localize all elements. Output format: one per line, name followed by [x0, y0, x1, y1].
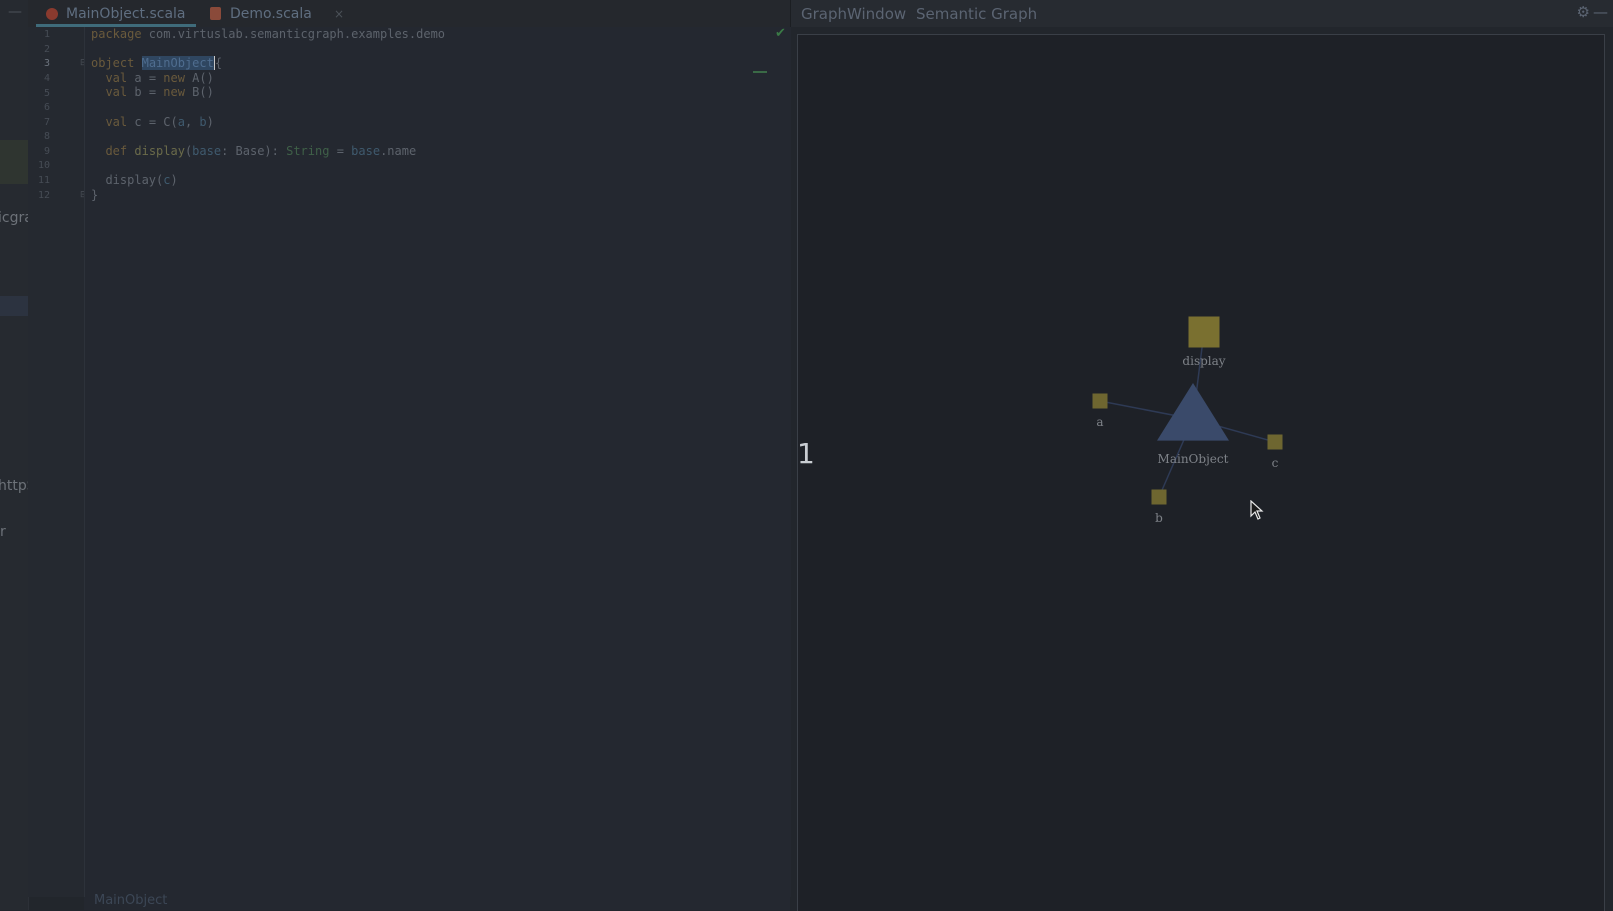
line-number: 2 — [43, 44, 50, 55]
change-marker — [753, 71, 767, 73]
tab-label: MainObject.scala — [66, 6, 186, 22]
strip-fragment: r — [0, 524, 6, 540]
graph-node-label-a: a — [1096, 415, 1103, 429]
line-number: 7 — [43, 117, 50, 128]
graph-canvas[interactable]: MainObject display a b c — [797, 34, 1605, 911]
graph-node-label-display: display — [1182, 354, 1225, 368]
close-tab-icon[interactable]: × — [334, 0, 344, 28]
line-number: 10 — [37, 160, 50, 171]
text-cursor: { — [213, 56, 223, 70]
minimize-icon[interactable]: — — [1593, 3, 1608, 21]
graph-node-a[interactable] — [1092, 393, 1108, 409]
project-tool-strip[interactable]: icgra httpS r — [0, 0, 36, 910]
code-line-12: } — [91, 188, 99, 202]
selected-identifier: MainObject — [141, 56, 214, 70]
nodes: MainObject display a b c — [1092, 316, 1283, 525]
graph-node-b[interactable] — [1151, 489, 1167, 505]
line-number-current: 3 — [43, 58, 50, 69]
strip-selection — [0, 296, 28, 316]
code-line-4: val a = new A() — [105, 71, 214, 85]
editor-tab-bar: MainObject.scala Demo.scala × — [28, 0, 790, 28]
scala-file-icon — [210, 7, 221, 20]
zoom-index: 1 — [797, 437, 815, 470]
editor-breadcrumb-bar: MainObject — [84, 893, 790, 910]
line-number: 9 — [43, 146, 50, 157]
tool-window-title: GraphWindow — [801, 5, 907, 23]
line-number: 5 — [43, 88, 50, 99]
graph-node-label-c: c — [1272, 456, 1279, 470]
breadcrumb[interactable]: MainObject — [94, 893, 167, 908]
graph-node-MainObject[interactable] — [1157, 383, 1229, 441]
code-line-1: package com.virtuslab.semanticgraph.exam… — [91, 27, 446, 41]
collapse-icon[interactable]: — — [8, 4, 22, 20]
code-line-9: def display(base: Base): String = base.n… — [105, 144, 417, 158]
line-number: 12 — [37, 190, 50, 201]
graph-node-display[interactable] — [1188, 316, 1220, 348]
tab-mainobject-scala[interactable]: MainObject.scala — [36, 0, 196, 27]
gear-icon[interactable]: ⚙ — [1577, 3, 1590, 21]
code-line-11: display(c) — [105, 173, 178, 187]
graph-node-label-MainObject: MainObject — [1158, 452, 1229, 466]
line-number: 4 — [43, 73, 50, 84]
line-number: 11 — [37, 175, 50, 186]
editor-gutter — [28, 27, 84, 897]
line-number: 1 — [43, 29, 50, 40]
code-line-3: object MainObject{ — [91, 56, 223, 70]
graph-node-c[interactable] — [1267, 434, 1283, 450]
graph-svg: MainObject display a b c — [1092, 316, 1283, 525]
graph-window-header: GraphWindow Semantic Graph ⚙ — — [790, 0, 1613, 27]
tab-label: Demo.scala — [230, 6, 312, 22]
strip-highlight — [0, 140, 28, 184]
code-editor[interactable]: package com.virtuslab.semanticgraph.exam… — [84, 27, 791, 897]
line-number: 6 — [43, 102, 50, 113]
tab-semantic-graph[interactable]: Semantic Graph — [916, 5, 1037, 23]
tab-demo-scala[interactable]: Demo.scala × — [200, 0, 344, 27]
graph-node-label-b: b — [1155, 511, 1163, 525]
scala-object-icon — [46, 8, 58, 20]
code-line-7: val c = C(a, b) — [105, 115, 214, 129]
mouse-cursor-icon — [1250, 499, 1264, 524]
line-number: 8 — [43, 131, 50, 142]
code-line-5: val b = new B() — [105, 85, 214, 99]
checkmark-icon: ✔ — [775, 26, 786, 41]
